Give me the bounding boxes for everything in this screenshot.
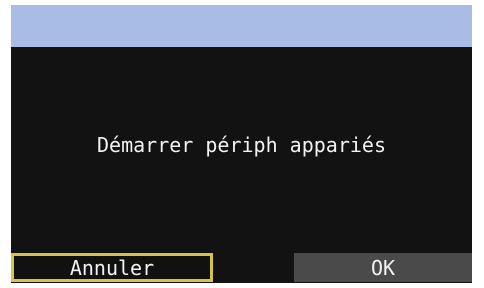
button-bar: Annuler OK xyxy=(11,245,472,283)
dialog-message: Démarrer périph appariés xyxy=(97,133,386,157)
cancel-button[interactable]: Annuler xyxy=(11,253,213,282)
ok-button[interactable]: OK xyxy=(294,253,472,282)
camera-menu-screen: Démarrer périph appariés Annuler OK xyxy=(0,0,484,288)
confirmation-dialog: Démarrer périph appariés xyxy=(11,47,472,245)
title-bar xyxy=(11,5,472,47)
bottom-margin xyxy=(0,283,484,288)
